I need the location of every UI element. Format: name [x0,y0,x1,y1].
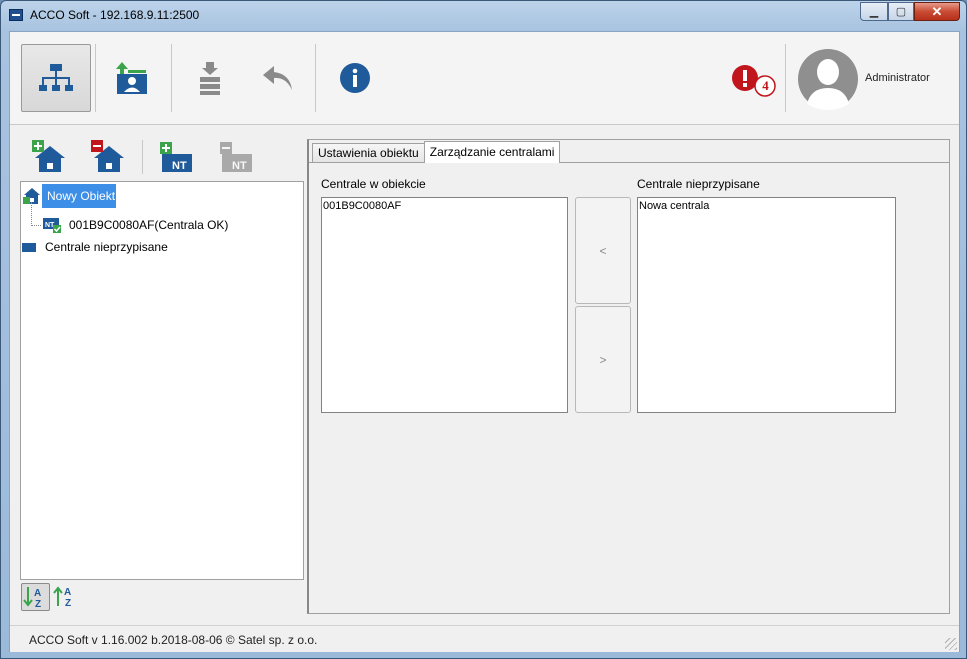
alert-count-badge: 4 [762,78,769,93]
sort-asc-button[interactable]: A Z [52,583,81,611]
tree-connector [31,202,32,226]
list-item[interactable]: 001B9C0080AF [323,200,566,212]
resize-grip-icon[interactable] [945,638,957,650]
title-bar[interactable]: ACCO Soft - 192.168.9.11:2500 ▁ ▢ ✕ [1,1,966,29]
add-panel-button[interactable]: NT [158,140,194,176]
svg-text:A: A [64,587,71,598]
sort-az-asc-icon: A Z [53,586,71,609]
tools-separator [142,140,143,174]
avatar[interactable] [797,48,859,110]
sort-desc-button[interactable]: A Z [21,583,50,611]
unassigned-panels-list[interactable]: Nowa centrala [637,197,896,413]
tree-node-panel[interactable]: NT 001B9C0080AF(Centrala OK) [42,216,228,234]
object-house-icon [23,188,40,204]
details-panel: Ustawienia obiektu Zarządzanie centralam… [307,139,950,614]
user-upload-icon [116,62,147,94]
unassigned-list-label: Centrale nieprzypisane [637,177,760,191]
toolbar-separator [315,44,316,112]
add-object-button[interactable] [32,140,68,176]
tab-panel-management[interactable]: Zarządzanie centralami [423,141,561,163]
app-window: ACCO Soft - 192.168.9.11:2500 ▁ ▢ ✕ 4 Ad… [0,0,967,659]
client-area: 4 Administrator NT NT Nowy Obiekt NT 001… [9,31,960,652]
svg-text:NT: NT [232,160,247,172]
user-upload-button[interactable] [97,44,167,112]
details-tabs: Ustawienia obiektu Zarządzanie centralam… [312,141,561,163]
svg-text:A: A [34,588,41,599]
minimize-icon: ▁ [869,6,879,18]
user-avatar-icon [798,49,858,110]
toolbar-separator [171,44,172,112]
alerts-button[interactable]: 4 [730,64,780,98]
add-object-icon [32,140,65,172]
status-text: ACCO Soft v 1.16.002 b.2018-08-06 © Sate… [29,633,318,647]
tree-node-unassigned[interactable]: Centrale nieprzypisane [21,240,168,254]
unassigned-folder-icon [22,242,36,252]
close-button[interactable]: ✕ [914,2,960,21]
object-tools: NT NT [20,136,290,178]
close-icon: ✕ [931,3,943,19]
assigned-panels-list[interactable]: 001B9C0080AF [321,197,568,413]
move-right-button[interactable]: > [575,306,631,413]
download-stack-icon [200,62,220,95]
add-panel-icon: NT [160,142,192,172]
remove-panel-button[interactable]: NT [218,140,254,176]
assigned-list-label: Centrale w obiekcie [321,177,426,191]
svg-text:Z: Z [35,599,41,610]
status-bar: ACCO Soft v 1.16.002 b.2018-08-06 © Sate… [10,625,959,652]
toolbar-separator [95,44,96,112]
svg-text:Z: Z [65,598,71,609]
download-button[interactable] [175,44,245,112]
tree-connector [31,225,41,226]
app-icon [9,9,23,21]
tree-node-unassigned-label: Centrale nieprzypisane [45,240,168,254]
tab-content: Centrale w obiekcie 001B9C0080AF < > Cen… [309,162,949,613]
minimize-button[interactable]: ▁ [860,2,888,21]
toolbar-separator [785,44,786,112]
tree-structure-icon [39,64,73,91]
remove-panel-icon: NT [220,142,252,172]
objects-tree[interactable]: Nowy Obiekt NT 001B9C0080AF(Centrala OK)… [20,181,304,580]
sort-az-desc-icon: A Z [23,587,41,610]
tree-node-object[interactable]: Nowy Obiekt [21,184,117,208]
svg-text:NT: NT [172,160,187,172]
maximize-icon: ▢ [895,6,907,18]
maximize-button[interactable]: ▢ [888,2,914,21]
tree-node-object-label: Nowy Obiekt [42,184,117,208]
undo-button[interactable] [243,44,313,112]
main-toolbar: 4 Administrator [10,32,959,125]
tab-object-settings[interactable]: Ustawienia obiektu [312,143,425,163]
remove-object-icon [91,140,124,172]
tree-node-panel-label: 001B9C0080AF(Centrala OK) [69,218,229,232]
objects-panel: NT NT Nowy Obiekt NT 001B9C0080AF(Centra… [10,126,307,623]
window-title: ACCO Soft - 192.168.9.11:2500 [30,8,200,22]
info-button[interactable] [320,44,390,112]
info-icon [340,63,370,93]
move-left-button[interactable]: < [575,197,631,304]
user-name: Administrator [865,72,930,84]
panel-ok-icon: NT [43,218,61,233]
structure-view-button[interactable] [21,44,91,112]
undo-arrow-icon [263,66,292,90]
remove-object-button[interactable] [91,140,127,176]
list-item[interactable]: Nowa centrala [639,200,894,212]
sort-tools: A Z A Z [20,582,304,612]
window-controls: ▁ ▢ ✕ [860,2,960,21]
